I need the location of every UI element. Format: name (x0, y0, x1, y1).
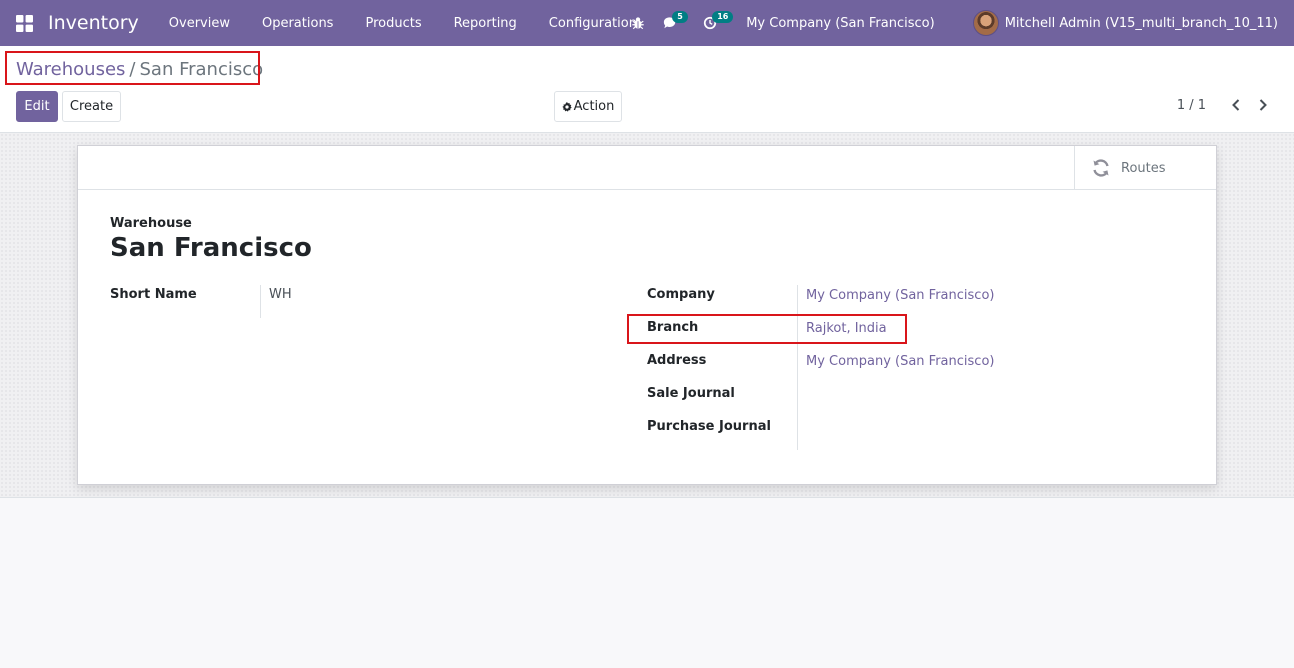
form-sheet: Routes Warehouse San Francisco Short Nam… (77, 145, 1217, 485)
warehouse-caption: Warehouse (110, 216, 192, 231)
short-name-value: WH (269, 287, 292, 302)
routes-smart-button[interactable]: Routes (1074, 146, 1216, 190)
app-name[interactable]: Inventory (48, 12, 139, 34)
action-dropdown-button[interactable]: Action (554, 91, 622, 122)
apps-menu-icon[interactable] (0, 0, 48, 46)
company-value-link[interactable]: My Company (San Francisco) (806, 288, 994, 303)
pager-next-icon[interactable] (1251, 93, 1275, 117)
breadcrumb: Warehouses / San Francisco (16, 59, 263, 80)
left-group-divider (260, 285, 261, 318)
activities-count-badge: 16 (712, 11, 734, 23)
action-button-label: Action (573, 99, 615, 114)
top-navbar: Inventory Overview Operations Products R… (0, 0, 1294, 46)
gear-icon (562, 101, 572, 112)
menu-operations[interactable]: Operations (262, 16, 333, 31)
branch-value-link[interactable]: Rajkot, India (806, 321, 887, 336)
menu-products[interactable]: Products (365, 16, 421, 31)
edit-button[interactable]: Edit (16, 91, 58, 122)
breadcrumb-separator: / (129, 59, 136, 80)
company-label: Company (647, 287, 715, 302)
smart-button-box: Routes (78, 146, 1216, 190)
branch-label: Branch (647, 320, 699, 335)
user-name: Mitchell Admin (V15_multi_branch_10_11) (1004, 15, 1278, 31)
debug-bug-icon[interactable] (628, 0, 648, 46)
sale-journal-label: Sale Journal (647, 386, 735, 401)
menu-overview[interactable]: Overview (169, 16, 230, 31)
messaging-chat-icon[interactable]: 5 (660, 0, 688, 46)
purchase-journal-label: Purchase Journal (647, 419, 771, 434)
refresh-icon (1093, 159, 1109, 177)
user-avatar (972, 10, 999, 36)
activity-clock-icon[interactable]: 16 (700, 0, 734, 46)
warehouse-name-title: San Francisco (110, 233, 312, 263)
right-group-divider (797, 285, 798, 450)
routes-label: Routes (1121, 160, 1166, 176)
pager-previous-icon[interactable] (1224, 93, 1248, 117)
messages-count-badge: 5 (672, 11, 688, 23)
create-button[interactable]: Create (62, 91, 121, 122)
short-name-label: Short Name (110, 287, 197, 302)
breadcrumb-current: San Francisco (139, 59, 264, 80)
menu-reporting[interactable]: Reporting (454, 16, 517, 31)
address-value-link[interactable]: My Company (San Francisco) (806, 354, 994, 369)
address-label: Address (647, 353, 707, 368)
control-panel: Warehouses / San Francisco Edit Create A… (0, 46, 1294, 133)
user-menu[interactable]: Mitchell Admin (V15_multi_branch_10_11) (972, 10, 1278, 36)
company-switcher[interactable]: My Company (San Francisco) (746, 16, 934, 31)
navbar-systray: 5 16 My Company (San Francisco) Mitchell… (628, 0, 1294, 46)
pager-value[interactable]: 1 / 1 (1177, 98, 1206, 113)
breadcrumb-warehouses-link[interactable]: Warehouses (16, 59, 125, 80)
menu-configuration[interactable]: Configuration (549, 16, 637, 31)
